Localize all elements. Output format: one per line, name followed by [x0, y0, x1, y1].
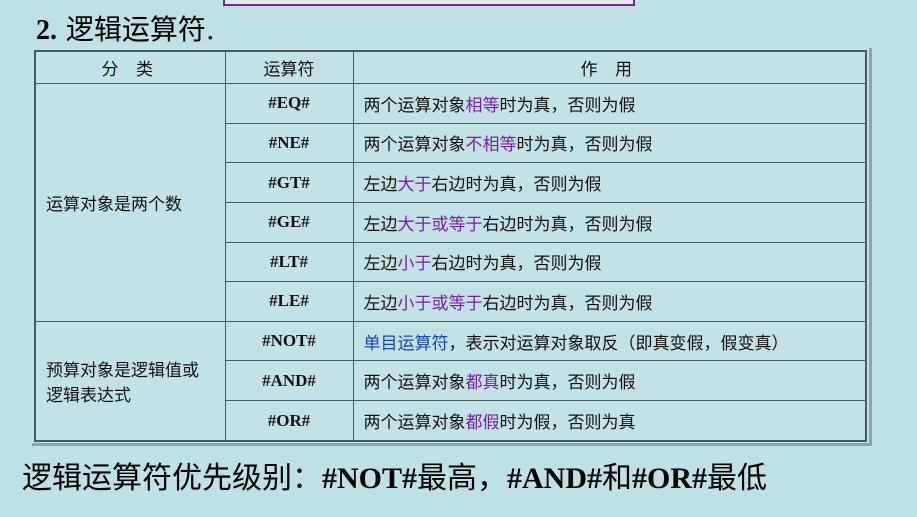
description-text: 时为真，否则为假: [516, 135, 653, 156]
op-not: #NOT#: [322, 462, 418, 495]
section-number: 2.: [36, 15, 57, 46]
category-cell: 预算对象是逻辑值或逻辑表达式: [34, 320, 226, 442]
precedence-text: 逻辑运算符优先级别：: [22, 461, 322, 496]
description-cell: 两个运算对象相等时为真，否则为假: [352, 83, 867, 124]
precedence-text: 最高，: [417, 461, 508, 496]
highlight-text: 相等: [465, 95, 500, 116]
highlight-text: 不相等: [465, 135, 517, 156]
precedence-text: 和: [602, 461, 633, 496]
description-text: 时为真，否则为假: [499, 95, 636, 116]
operator-cell: #LE#: [224, 281, 354, 322]
table-row: 预算对象是逻辑值或逻辑表达式 #NOT# 单目运算符，表示对运算对象取反（即真变假，…: [34, 320, 867, 442]
description-text: ，表示对运算对象取反（即真变假，假变真）: [448, 333, 789, 354]
description-cell: 两个运算对象不相等时为真，否则为假: [352, 122, 867, 164]
op-or: #OR#: [632, 462, 708, 495]
header-operator: 运算符: [224, 50, 354, 84]
highlight-text: 都真: [465, 373, 500, 394]
operator-cell: #NOT#: [224, 320, 354, 362]
description-text: 时为真，否则为假: [499, 373, 636, 394]
description-text: 两个运算对象: [363, 95, 466, 116]
operator-cell: #AND#: [224, 360, 354, 401]
page-title: 2. 逻辑运算符.: [36, 8, 215, 48]
description-text: 两个运算对象: [363, 135, 466, 156]
description-text: 两个运算对象: [363, 373, 466, 394]
highlight-text: 小于或等于: [397, 293, 483, 314]
description-text: 左边: [363, 214, 398, 235]
operator-cell: #GE#: [224, 201, 354, 243]
operator-cell: #OR#: [224, 400, 354, 442]
precedence-note: 逻辑运算符优先级别：#NOT#最高，#AND#和#OR#最低: [22, 453, 767, 497]
operator-cell: #GT#: [224, 162, 354, 203]
table-row: 运算对象是两个数 #EQ# 两个运算对象相等时为真，否则为假: [34, 83, 867, 322]
highlight-text: 单目运算符: [363, 333, 449, 354]
operator-table-container: 分 类 运算符 作 用 运算对象是两个数 #EQ# 两个运算对象相等时为真，否则为假…: [29, 45, 869, 443]
description-cell: 左边大于或等于右边时为真，否则为假: [352, 201, 867, 243]
highlight-text: 都假: [465, 413, 500, 433]
highlight-text: 大于或等于: [397, 214, 483, 235]
description-text: 右边时为真，否则为假: [482, 214, 653, 235]
description-text: 时为假，否则为真: [499, 413, 636, 433]
highlight-text: 小于: [397, 254, 432, 275]
operator-cell: #LT#: [224, 241, 354, 283]
description-cell: 单目运算符，表示对运算对象取反（即真变假，假变真）: [352, 320, 867, 362]
precedence-text: 最低: [707, 461, 768, 496]
description-cell: 两个运算对象都假时为假，否则为真: [352, 400, 867, 442]
description-text: 右边时为真，否则为假: [482, 293, 653, 314]
description-cell: 两个运算对象都真时为真，否则为假: [352, 360, 867, 401]
category-cell: 运算对象是两个数: [34, 83, 226, 322]
description-text: 右边时为真，否则为假: [431, 175, 602, 196]
operator-cell: #NE#: [224, 122, 354, 164]
operator-cell: #EQ#: [224, 83, 354, 124]
description-text: 左边: [363, 175, 398, 196]
highlight-text: 大于: [397, 175, 432, 196]
op-and: #AND#: [507, 462, 603, 495]
operator-table: 分 类 运算符 作 用 运算对象是两个数 #EQ# 两个运算对象相等时为真，否则为假…: [34, 50, 867, 442]
description-text: 右边时为真，否则为假: [431, 254, 602, 275]
table-header-row: 分 类 运算符 作 用: [34, 50, 867, 84]
description-text: 两个运算对象: [363, 413, 466, 433]
description-cell: 左边大于右边时为真，否则为假: [352, 162, 867, 203]
description-cell: 左边小于或等于右边时为真，否则为假: [352, 281, 867, 322]
header-effect: 作 用: [352, 50, 867, 84]
description-text: 左边: [363, 293, 398, 314]
header-category: 分 类: [34, 50, 226, 84]
description-text: 左边: [363, 254, 398, 275]
description-cell: 左边小于右边时为真，否则为假: [352, 241, 867, 283]
section-title: 逻辑运算符.: [65, 13, 215, 46]
top-decoration-box: [223, 0, 635, 6]
